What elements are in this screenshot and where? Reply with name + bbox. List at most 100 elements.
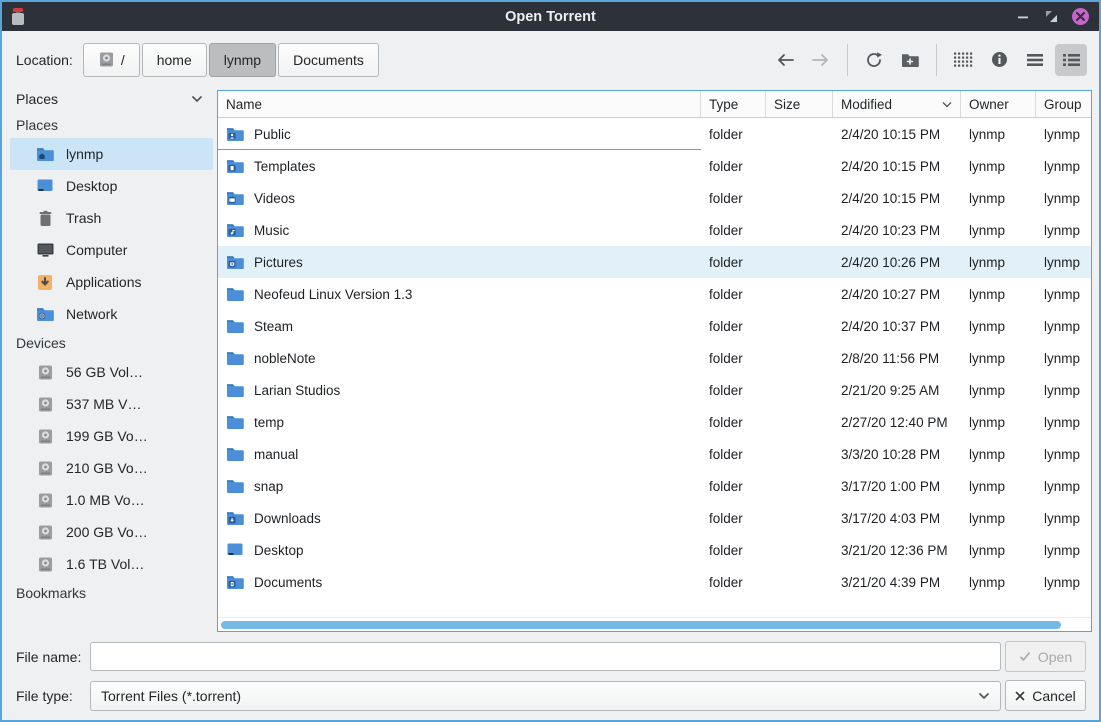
cell-modified: 2/21/20 9:25 AM [833,383,961,398]
table-row-temp[interactable]: tempfolder2/27/20 12:40 PMlynmplynmp [218,406,1091,438]
column-header-owner[interactable]: Owner [961,91,1036,117]
cell-modified: 3/3/20 10:28 PM [833,447,961,462]
table-row-noblenote[interactable]: nobleNotefolder2/8/20 11:56 PMlynmplynmp [218,342,1091,374]
forward-button[interactable] [805,44,837,76]
file-type-select[interactable]: Torrent Files (*.torrent) [90,681,1001,711]
cell-name: Videos [218,182,701,214]
table-row-downloads[interactable]: Downloadsfolder3/17/20 4:03 PMlynmplynmp [218,502,1091,534]
sidebar-item-network[interactable]: Network [10,298,213,330]
toolbar-separator [847,44,848,76]
table-row-documents[interactable]: Documentsfolder3/21/20 4:39 PMlynmplynmp [218,566,1091,598]
cell-name: nobleNote [218,342,701,374]
sidebar-item-desktop[interactable]: Desktop [10,170,213,202]
column-header-type[interactable]: Type [701,91,766,117]
cell-type: folder [701,447,766,462]
open-button[interactable]: Open [1005,641,1086,672]
back-button[interactable] [769,44,801,76]
file-name-label: temp [254,415,284,430]
reload-button[interactable] [858,44,890,76]
breadcrumb-lynmp[interactable]: lynmp [209,43,276,77]
sidebar-item-537mbv[interactable]: 537 MB V… [10,388,213,420]
sidebar-item-10mbvo[interactable]: 1.0 MB Vo… [10,484,213,516]
sort-down-icon [942,101,952,108]
column-header-label: Modified [841,97,892,112]
table-row-snap[interactable]: snapfolder3/17/20 1:00 PMlynmplynmp [218,470,1091,502]
location-label: Location: [16,52,73,68]
cell-type: folder [701,127,766,142]
table-row-desktop[interactable]: Desktopfolder3/21/20 12:36 PMlynmplynmp [218,534,1091,566]
cell-group: lynmp [1036,351,1091,366]
arrow-left-icon [775,52,795,68]
detail-view-button[interactable] [1055,44,1087,76]
drive-icon [34,457,56,479]
cell-group: lynmp [1036,159,1091,174]
file-type-label: File type: [16,688,90,704]
section-title: Places [16,117,58,133]
sidebar-item-label: Network [66,306,117,322]
close-button[interactable] [1072,8,1089,25]
breadcrumb-[interactable]: / [83,43,140,77]
sidebar-item-16tbvol[interactable]: 1.6 TB Vol… [10,548,213,580]
sidebar-section-places[interactable]: Places [10,112,213,138]
minimize-button[interactable] [1014,8,1031,25]
table-row-manual[interactable]: manualfolder3/3/20 10:28 PMlynmplynmp [218,438,1091,470]
sidebar-section-bookmarks[interactable]: Bookmarks [10,580,213,606]
sidebar-item-lynmp[interactable]: lynmp [10,138,213,170]
minimize-icon [1017,11,1029,23]
column-header-group[interactable]: Group [1036,91,1091,117]
sidebar-item-trash[interactable]: Trash [10,202,213,234]
file-name-label: Templates [254,159,316,174]
sidebar-item-computer[interactable]: Computer [10,234,213,266]
breadcrumb-documents[interactable]: Documents [278,43,379,77]
sidebar-item-applications[interactable]: Applications [10,266,213,298]
table-row-steam[interactable]: Steamfolder2/4/20 10:37 PMlynmplynmp [218,310,1091,342]
preview-info-button[interactable] [983,44,1015,76]
cell-group: lynmp [1036,511,1091,526]
short-view-button[interactable] [1019,44,1051,76]
table-row-templates[interactable]: Templatesfolder2/4/20 10:15 PMlynmplynmp [218,150,1091,182]
detail-list-icon [1062,53,1081,67]
folder-icon [226,285,244,303]
folder-videos-icon [226,189,244,207]
sidebar-item-210gbvo[interactable]: 210 GB Vo… [10,452,213,484]
sidebar-section-devices[interactable]: Devices [10,330,213,356]
cell-type: folder [701,415,766,430]
maximize-button[interactable] [1043,8,1060,25]
checkmark-icon [1019,651,1031,662]
sidebar-item-56gbvol[interactable]: 56 GB Vol… [10,356,213,388]
cancel-button[interactable]: Cancel [1005,680,1086,711]
drive-icon [34,489,56,511]
hamburger-icon [1026,53,1044,67]
column-header-modified[interactable]: Modified [833,91,961,117]
column-header-name[interactable]: Name [218,91,701,117]
table-row-videos[interactable]: Videosfolder2/4/20 10:15 PMlynmplynmp [218,182,1091,214]
sidebar-mode-selector[interactable]: Places [10,86,213,112]
file-name-label: manual [254,447,298,462]
cell-owner: lynmp [961,319,1036,334]
table-row-public[interactable]: Publicfolder2/4/20 10:15 PMlynmplynmp [218,118,1091,150]
cell-name: Larian Studios [218,374,701,406]
cell-modified: 2/4/20 10:15 PM [833,127,961,142]
horizontal-scrollbar-thumb[interactable] [221,621,1061,629]
table-row-neofeudlinuxversion13[interactable]: Neofeud Linux Version 1.3folder2/4/20 10… [218,278,1091,310]
breadcrumb-home[interactable]: home [142,43,207,77]
chevron-down-icon [191,95,203,103]
icon-view-button[interactable] [947,44,979,76]
new-folder-button[interactable] [894,44,926,76]
cell-group: lynmp [1036,223,1091,238]
sidebar-item-200gbvo[interactable]: 200 GB Vo… [10,516,213,548]
file-name-label: File name: [16,649,90,665]
cell-owner: lynmp [961,255,1036,270]
column-header-size[interactable]: Size [766,91,833,117]
file-name-input[interactable] [90,642,1001,671]
sidebar-item-199gbvo[interactable]: 199 GB Vo… [10,420,213,452]
cell-name: temp [218,406,701,438]
table-row-music[interactable]: Musicfolder2/4/20 10:23 PMlynmplynmp [218,214,1091,246]
cell-modified: 2/4/20 10:23 PM [833,223,961,238]
arrow-right-icon [811,52,831,68]
file-type-value: Torrent Files (*.torrent) [101,688,241,704]
table-row-pictures[interactable]: Picturesfolder2/4/20 10:26 PMlynmplynmp [218,246,1091,278]
table-row-larianstudios[interactable]: Larian Studiosfolder2/21/20 9:25 AMlynmp… [218,374,1091,406]
cell-owner: lynmp [961,351,1036,366]
info-icon [991,51,1008,68]
